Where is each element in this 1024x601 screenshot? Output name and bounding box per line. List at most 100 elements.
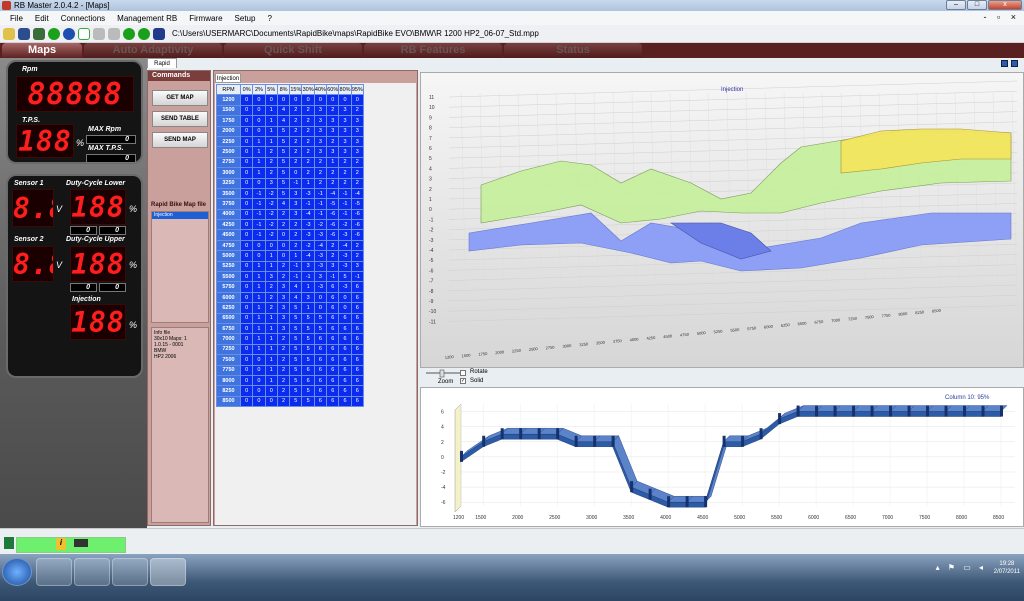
table-cell[interactable]: 0: [252, 364, 266, 376]
table-cell[interactable]: 0: [252, 385, 266, 397]
table-cell[interactable]: -1: [301, 271, 315, 283]
table-cell[interactable]: 0: [276, 229, 291, 241]
table-cell[interactable]: 0: [264, 385, 278, 397]
tab-rapid-bike[interactable]: Rapid Bike: [147, 58, 177, 77]
table-cell[interactable]: 3: [350, 115, 364, 127]
table-cell[interactable]: 0: [252, 104, 266, 117]
table-cell[interactable]: 2: [350, 177, 364, 189]
table-cell[interactable]: 6: [350, 354, 364, 366]
table-cell[interactable]: 6: [350, 281, 364, 293]
shield-icon[interactable]: [78, 27, 90, 40]
table-cell[interactable]: 0: [239, 135, 254, 148]
arrow-back-icon[interactable]: [93, 27, 105, 40]
tab-maps[interactable]: Maps: [2, 43, 82, 58]
table-cell[interactable]: 0: [239, 364, 254, 376]
table-cell[interactable]: 3: [276, 312, 291, 325]
table-cell[interactable]: -6: [350, 208, 364, 221]
table-cell[interactable]: 1: [264, 104, 278, 117]
table-cell[interactable]: 5: [289, 354, 303, 366]
table-cell[interactable]: 0: [239, 146, 254, 158]
ribbon-point[interactable]: [759, 428, 763, 440]
tab-status[interactable]: Status: [504, 43, 642, 58]
table-cell[interactable]: 2: [326, 250, 340, 262]
table-cell[interactable]: 6: [338, 374, 352, 387]
table-cell[interactable]: 0: [239, 229, 254, 241]
tab-quick-shift[interactable]: Quick Shift: [224, 43, 362, 58]
tab-rb-features[interactable]: RB Features: [364, 43, 502, 58]
table-cell[interactable]: 1: [264, 374, 278, 387]
mdi-controls[interactable]: - ▫ ×: [984, 12, 1020, 22]
table-cell[interactable]: 3: [338, 125, 352, 137]
table-cell[interactable]: -3: [313, 229, 328, 241]
table-cell[interactable]: 5: [301, 395, 315, 408]
solid-checkbox[interactable]: ✓: [460, 378, 466, 384]
table-cell[interactable]: 2: [276, 354, 291, 366]
table-cell[interactable]: 0: [239, 385, 254, 397]
table-cell[interactable]: 6: [338, 312, 352, 325]
table-cell[interactable]: -3: [338, 250, 352, 262]
table-cell[interactable]: -3: [338, 260, 352, 273]
table-cell[interactable]: 2: [326, 104, 340, 117]
table-cell[interactable]: 0: [239, 94, 254, 106]
table-cell[interactable]: 0: [350, 94, 364, 106]
send-table-button[interactable]: SEND TABLE: [152, 111, 208, 127]
table-cell[interactable]: -3: [313, 260, 328, 273]
table-cell[interactable]: 5: [301, 322, 315, 335]
table-cell[interactable]: -1: [350, 271, 364, 283]
ribbon-point[interactable]: [519, 428, 523, 440]
table-cell[interactable]: 6: [326, 333, 340, 345]
table-cell[interactable]: 0: [239, 312, 254, 325]
table-cell[interactable]: 2: [289, 115, 303, 127]
table-cell[interactable]: 2: [289, 125, 303, 137]
table-cell[interactable]: 2: [276, 333, 291, 345]
table-cell[interactable]: 4: [276, 104, 291, 117]
table-cell[interactable]: 2: [276, 219, 291, 231]
table-cell[interactable]: 0: [252, 115, 266, 127]
bluetooth-icon[interactable]: [63, 27, 75, 40]
table-cell[interactable]: -2: [313, 219, 328, 231]
tab-injection[interactable]: Injection: [215, 73, 241, 83]
table-cell[interactable]: 2: [276, 364, 291, 376]
table-cell[interactable]: 5: [276, 135, 291, 148]
table-cell[interactable]: 0: [239, 104, 254, 117]
table-cell[interactable]: 0: [252, 354, 266, 366]
table-cell[interactable]: 6: [313, 333, 328, 345]
table-cell[interactable]: 0: [276, 250, 291, 262]
table-cell[interactable]: -1: [252, 219, 266, 231]
table-cell[interactable]: 1: [264, 354, 278, 366]
table-cell[interactable]: 3: [338, 146, 352, 158]
table-cell[interactable]: 1: [264, 260, 278, 273]
table-cell[interactable]: 1: [252, 333, 266, 345]
table-cell[interactable]: 0: [239, 250, 254, 262]
table-cell[interactable]: 5: [301, 343, 315, 356]
ribbon-point[interactable]: [889, 405, 893, 417]
ribbon-point[interactable]: [611, 435, 615, 447]
table-cell[interactable]: 6: [301, 374, 315, 387]
table-cell[interactable]: 0: [239, 271, 254, 283]
table-cell[interactable]: 0: [264, 395, 278, 408]
table-cell[interactable]: 2: [276, 208, 291, 221]
table-cell[interactable]: 3: [301, 260, 315, 273]
ribbon-point[interactable]: [704, 496, 708, 508]
menu-firmware[interactable]: Firmware: [183, 14, 228, 23]
table-cell[interactable]: 6: [326, 385, 340, 397]
table-cell[interactable]: 6: [338, 364, 352, 376]
table-cell[interactable]: 2: [289, 239, 303, 252]
ribbon-point[interactable]: [593, 435, 597, 447]
table-cell[interactable]: 2: [313, 177, 328, 189]
table-cell[interactable]: 2: [338, 167, 352, 179]
table-cell[interactable]: 3: [313, 135, 328, 148]
table-cell[interactable]: 2: [276, 385, 291, 397]
table-cell[interactable]: 2: [264, 167, 278, 179]
menu-management-rb[interactable]: Management RB: [111, 14, 183, 23]
table-cell[interactable]: 2: [301, 156, 315, 169]
table-cell[interactable]: 2: [289, 104, 303, 117]
table-cell[interactable]: 2: [264, 281, 278, 293]
table-cell[interactable]: 0: [239, 333, 254, 345]
table-cell[interactable]: -1: [326, 271, 340, 283]
table-cell[interactable]: 0: [252, 374, 266, 387]
table-cell[interactable]: 0: [264, 239, 278, 252]
table-cell[interactable]: 0: [338, 94, 352, 106]
map-file-item-injection[interactable]: Injection: [152, 212, 208, 219]
taskbar-media-player-icon[interactable]: [74, 558, 110, 586]
